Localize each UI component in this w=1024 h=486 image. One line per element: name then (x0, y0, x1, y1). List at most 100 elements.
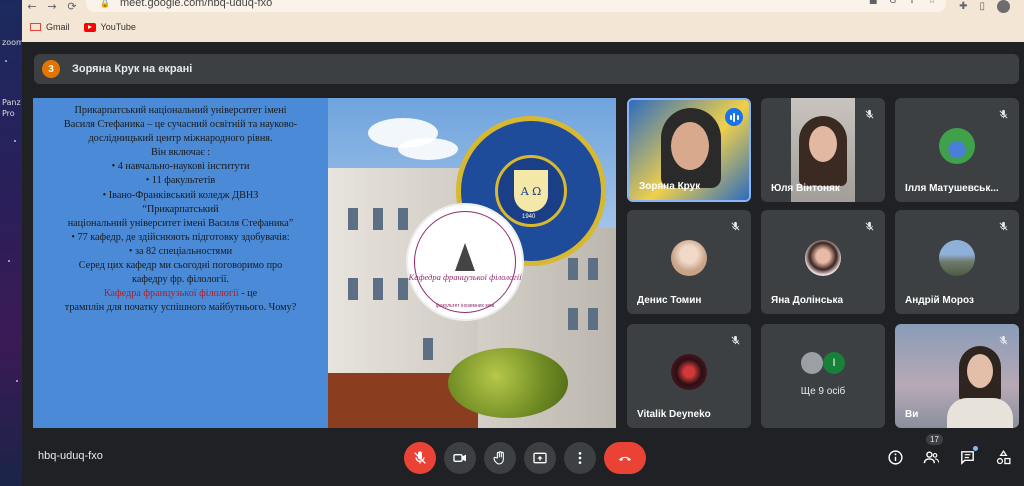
participant-tile[interactable]: Денис Томин (627, 210, 751, 314)
participant-tile[interactable]: Андрій Мороз (895, 210, 1019, 314)
omnibox-icons: ■ G ⇪ ☆ (869, 0, 936, 6)
seal-year: 1940 (522, 214, 536, 220)
videocam-icon (453, 454, 466, 462)
gmail-icon (30, 23, 41, 31)
hand-icon (493, 451, 504, 465)
participant-tile[interactable]: Ілля Матушевськ... (895, 98, 1019, 202)
mic-off-icon (861, 218, 877, 234)
presenting-banner: 3 Зоряна Крук на екрані (34, 54, 1019, 84)
presenting-text: Зоряна Крук на екрані (72, 63, 193, 75)
mic-off-icon (727, 218, 743, 234)
google-icon[interactable]: G (889, 0, 896, 6)
mic-off-icon (995, 106, 1011, 122)
slide-photo: A Ω 1940 Кафедра французької філології ф… (328, 98, 616, 428)
presenter-count-badge: 3 (42, 60, 60, 78)
desktop-icon-pro[interactable]: Pro (2, 109, 20, 118)
more-participants-tile[interactable]: I Ще 9 осіб (761, 324, 885, 428)
more-vert-icon (578, 452, 582, 464)
desktop-icon-label: Pro (2, 109, 15, 118)
mic-off-icon (995, 218, 1011, 234)
slide-line: Він включає : (150, 147, 211, 159)
activities-button[interactable] (992, 446, 1014, 468)
seal-shield: A Ω (512, 168, 550, 214)
participant-tile[interactable]: Vitalik Deyneko (627, 324, 751, 428)
mic-off-icon (995, 332, 1011, 348)
raise-hand-button[interactable] (484, 442, 516, 474)
camera-toggle-button[interactable] (444, 442, 476, 474)
meeting-code: hbq-uduq-fxo (38, 450, 103, 462)
self-tile[interactable]: Ви (895, 324, 1019, 428)
slide-line: Василя Стефаника – це сучасний освітній … (63, 119, 298, 131)
window (398, 208, 408, 230)
bookmark-label: Gmail (46, 22, 70, 32)
window (373, 208, 383, 230)
slide-highlight: Кафедра французької філології (103, 288, 239, 300)
slide-line: • 4 навчально-наукові інститути (111, 161, 250, 173)
back-icon[interactable]: ← (22, 1, 42, 12)
desktop-icon-label: zoom (2, 38, 22, 47)
people-button[interactable]: 17 (920, 434, 943, 468)
chat-button[interactable] (956, 446, 978, 468)
window (423, 338, 433, 360)
youtube-icon (83, 22, 96, 32)
leave-call-button[interactable] (604, 442, 646, 474)
present-screen-button[interactable] (524, 442, 556, 474)
star (14, 140, 16, 142)
slide-line: Серед цих кафедр ми сьогодні поговоримо … (78, 260, 283, 272)
slide-line: • за 82 спеціальностями (128, 245, 233, 257)
bookmark-star-icon[interactable]: ☆ (928, 0, 936, 6)
slide-text-panel: Прикарпатський національний університет … (33, 98, 328, 428)
meeting-details-button[interactable] (884, 446, 906, 468)
participant-tile[interactable]: Юля Вінтоняк (761, 98, 885, 202)
bookmark-youtube[interactable]: YouTube (83, 22, 136, 32)
reload-icon[interactable]: ⟳ (62, 1, 82, 12)
mic-off-icon (414, 451, 426, 464)
participant-name: Ілля Матушевськ... (905, 183, 999, 194)
people-count-badge: 17 (926, 434, 943, 445)
window (373, 278, 383, 300)
address-bar[interactable]: 🔒 meet.google.com/hbq-uduq-fxo ■ G ⇪ ☆ (86, 0, 946, 12)
participant-name: Ви (905, 409, 919, 420)
stamp-ring-text: факультет іноземних мов (435, 303, 495, 309)
people-icon (923, 450, 939, 463)
mic-toggle-button[interactable] (404, 442, 436, 474)
camera-indicator-icon[interactable]: ■ (869, 0, 878, 6)
slide-line: кафедру фр. філології. (132, 274, 229, 286)
bookmarks-bar: Gmail YouTube (30, 19, 136, 35)
speaking-indicator-icon (725, 108, 743, 126)
slide-line: “Прикарпатський (142, 203, 219, 215)
participant-avatar (671, 354, 707, 390)
call-controls (404, 442, 646, 474)
slide-line: • 77 кафедр, де здійснюють підготовку зд… (71, 231, 290, 243)
forward-icon[interactable]: → (42, 1, 62, 12)
participant-name: Юля Вінтоняк (771, 183, 840, 194)
participant-name: Vitalik Deyneko (637, 409, 711, 420)
info-icon (887, 449, 903, 465)
star (5, 60, 7, 62)
shared-screen[interactable]: Прикарпатський національний університет … (33, 98, 616, 428)
slide-line: Кафедра французької філології - це (41, 287, 320, 301)
window (398, 278, 408, 300)
profile-avatar[interactable] (997, 0, 1010, 13)
bookmark-gmail[interactable]: Gmail (30, 22, 70, 32)
star (8, 260, 10, 262)
more-participants-label: Ще 9 осіб (800, 386, 846, 397)
person-face (809, 126, 837, 162)
participant-tile[interactable]: Яна Долінська (761, 210, 885, 314)
participant-tile[interactable]: Зоряна Крук (627, 98, 751, 202)
window (348, 208, 358, 230)
participant-avatar (671, 240, 707, 276)
desktop-background: zoom Panz Pro (0, 0, 22, 486)
more-options-button[interactable] (564, 442, 596, 474)
slide-line: трамплін для початку успішного майбутньо… (64, 302, 297, 314)
desktop-icon-panz[interactable]: Panz (2, 98, 21, 107)
participant-avatar (805, 240, 841, 276)
chat-notification-dot (973, 446, 978, 451)
participant-name: Яна Долінська (771, 295, 844, 306)
share-icon[interactable]: ⇪ (908, 0, 916, 6)
tree (448, 348, 568, 418)
sidepanel-icon[interactable]: ▯ (979, 1, 985, 12)
extensions-icon[interactable]: ✚ (959, 1, 967, 12)
person-face (967, 354, 993, 388)
desktop-icon-zoom[interactable]: zoom (2, 38, 22, 47)
